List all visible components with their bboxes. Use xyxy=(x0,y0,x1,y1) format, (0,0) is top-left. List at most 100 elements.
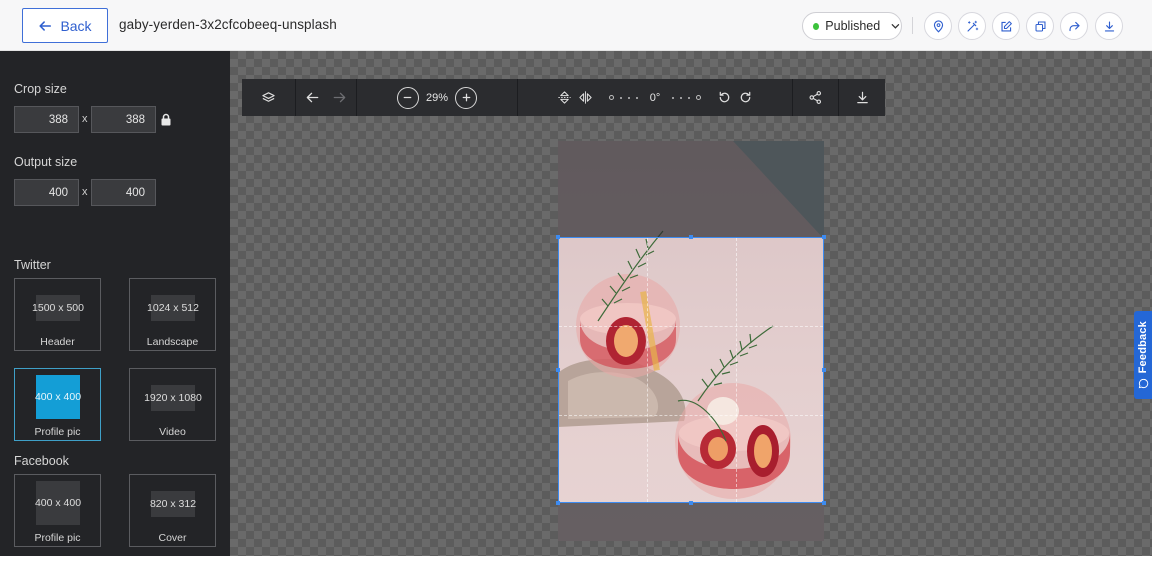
divider xyxy=(912,17,913,34)
output-size-separator: x xyxy=(82,186,88,198)
rotation-tick-icon xyxy=(672,96,675,99)
image-toolbar: 29% 0° xyxy=(242,79,885,116)
download-image-button[interactable] xyxy=(855,90,870,105)
location-icon xyxy=(933,19,943,33)
crop-handle-left[interactable] xyxy=(556,368,560,372)
twitter-section-label: Twitter xyxy=(14,258,51,272)
toolbar-zoom-section: 29% xyxy=(357,79,518,116)
preset-size: 820 x 312 xyxy=(150,491,196,517)
feedback-label: Feedback xyxy=(1137,321,1149,374)
crop-guide-line xyxy=(736,238,737,502)
layers-button[interactable] xyxy=(261,90,276,105)
crop-sidebar: Crop size 388 x 388 Output size 400 x 40… xyxy=(0,51,230,556)
chat-bubble-icon xyxy=(1138,378,1148,388)
crop-handle-bottom-right[interactable] xyxy=(822,501,826,505)
download-icon xyxy=(1104,20,1114,32)
magic-wand-icon xyxy=(966,20,978,32)
preset-name: Profile pic xyxy=(34,532,81,544)
undo-button[interactable] xyxy=(305,90,320,105)
output-size-label: Output size xyxy=(14,155,78,169)
zoom-in-button[interactable] xyxy=(455,86,478,109)
crop-handle-right[interactable] xyxy=(822,368,826,372)
download-button[interactable] xyxy=(1095,12,1123,40)
redo-button[interactable] xyxy=(332,90,347,105)
rotation-stop-icon[interactable] xyxy=(608,95,614,100)
download-icon xyxy=(856,91,868,104)
crop-handle-top-right[interactable] xyxy=(822,235,826,239)
publish-status-dropdown[interactable]: Published xyxy=(802,12,902,40)
status-label: Published xyxy=(825,19,881,33)
preset-size: 400 x 400 xyxy=(35,375,81,419)
crop-height-input[interactable]: 388 xyxy=(91,106,156,133)
location-button[interactable] xyxy=(924,12,952,40)
minus-icon xyxy=(404,96,412,99)
back-button[interactable]: Back xyxy=(22,8,108,43)
flip-vertical-icon xyxy=(558,91,571,104)
preset-twitter-landscape[interactable]: 1024 x 512 Landscape xyxy=(129,278,216,351)
preset-name: Cover xyxy=(158,532,187,544)
preset-facebook-cover[interactable]: 820 x 312 Cover xyxy=(129,474,216,547)
preset-name: Header xyxy=(40,336,75,348)
rotation-tick-icon xyxy=(619,96,622,99)
rotate-left-button[interactable] xyxy=(717,90,732,105)
crop-handle-top[interactable] xyxy=(689,235,693,239)
crop-handle-top-left[interactable] xyxy=(556,235,560,239)
crop-size-label: Crop size xyxy=(14,82,67,96)
preset-size: 1500 x 500 xyxy=(32,295,84,321)
arrow-right-icon xyxy=(333,92,346,103)
share-icon xyxy=(1068,21,1080,31)
preset-twitter-profile-pic[interactable]: 400 x 400 Profile pic xyxy=(14,368,101,441)
editor-canvas[interactable]: 29% 0° xyxy=(230,51,1152,556)
flip-vertical-button[interactable] xyxy=(557,90,572,105)
toolbar-layers-section xyxy=(242,79,296,116)
lock-icon[interactable] xyxy=(160,113,172,126)
top-header: Back gaby-yerden-3x2cfcobeeq-unsplash Pu… xyxy=(0,0,1152,51)
crop-guide-line xyxy=(559,326,823,327)
preset-name: Video xyxy=(159,426,186,438)
edit-icon xyxy=(1000,20,1012,32)
preset-name: Profile pic xyxy=(34,426,81,438)
feedback-tab[interactable]: Feedback xyxy=(1134,311,1152,399)
preset-twitter-header[interactable]: 1500 x 500 Header xyxy=(14,278,101,351)
crop-selection-frame[interactable] xyxy=(556,235,826,505)
crop-width-input[interactable]: 388 xyxy=(14,106,79,133)
back-label: Back xyxy=(60,17,92,34)
preset-twitter-video[interactable]: 1920 x 1080 Video xyxy=(129,368,216,441)
share-button[interactable] xyxy=(1060,12,1088,40)
rotation-tick-icon xyxy=(635,96,638,99)
toolbar-history-section xyxy=(296,79,357,116)
share-image-button[interactable] xyxy=(808,90,823,105)
toolbar-share-section xyxy=(793,79,839,116)
preset-facebook-profile-pic[interactable]: 400 x 400 Profile pic xyxy=(14,474,101,547)
toolbar-download-section xyxy=(839,79,885,116)
rotate-cw-icon xyxy=(740,91,751,103)
enhance-button[interactable] xyxy=(958,12,986,40)
rotation-tick-icon xyxy=(627,96,630,99)
rotation-tick-icon xyxy=(680,96,683,99)
crop-handle-bottom-left[interactable] xyxy=(556,501,560,505)
duplicate-button[interactable] xyxy=(1026,12,1054,40)
rotate-right-button[interactable] xyxy=(738,90,753,105)
arrow-left-icon xyxy=(39,20,52,31)
facebook-section-label: Facebook xyxy=(14,454,69,468)
flip-horizontal-button[interactable] xyxy=(578,90,593,105)
arrow-left-icon xyxy=(306,92,319,103)
rotation-angle[interactable]: 0° xyxy=(650,92,661,104)
crop-mask-bottom xyxy=(558,503,824,541)
crop-guide-line xyxy=(559,415,823,416)
crop-size-separator: x xyxy=(82,113,88,125)
plus-icon xyxy=(462,93,470,102)
chevron-down-icon xyxy=(891,24,900,29)
layers-icon xyxy=(262,92,275,102)
preset-size: 1024 x 512 xyxy=(147,295,199,321)
share-nodes-icon xyxy=(809,91,822,104)
crop-handle-bottom[interactable] xyxy=(689,501,693,505)
output-width-input[interactable]: 400 xyxy=(14,179,79,206)
toolbar-transform-section: 0° xyxy=(518,79,793,116)
flip-horizontal-icon xyxy=(579,91,592,104)
preset-size: 1920 x 1080 xyxy=(144,385,202,411)
zoom-out-button[interactable] xyxy=(396,86,419,109)
edit-button[interactable] xyxy=(992,12,1020,40)
output-height-input[interactable]: 400 xyxy=(91,179,156,206)
rotation-stop-icon[interactable] xyxy=(696,95,702,100)
